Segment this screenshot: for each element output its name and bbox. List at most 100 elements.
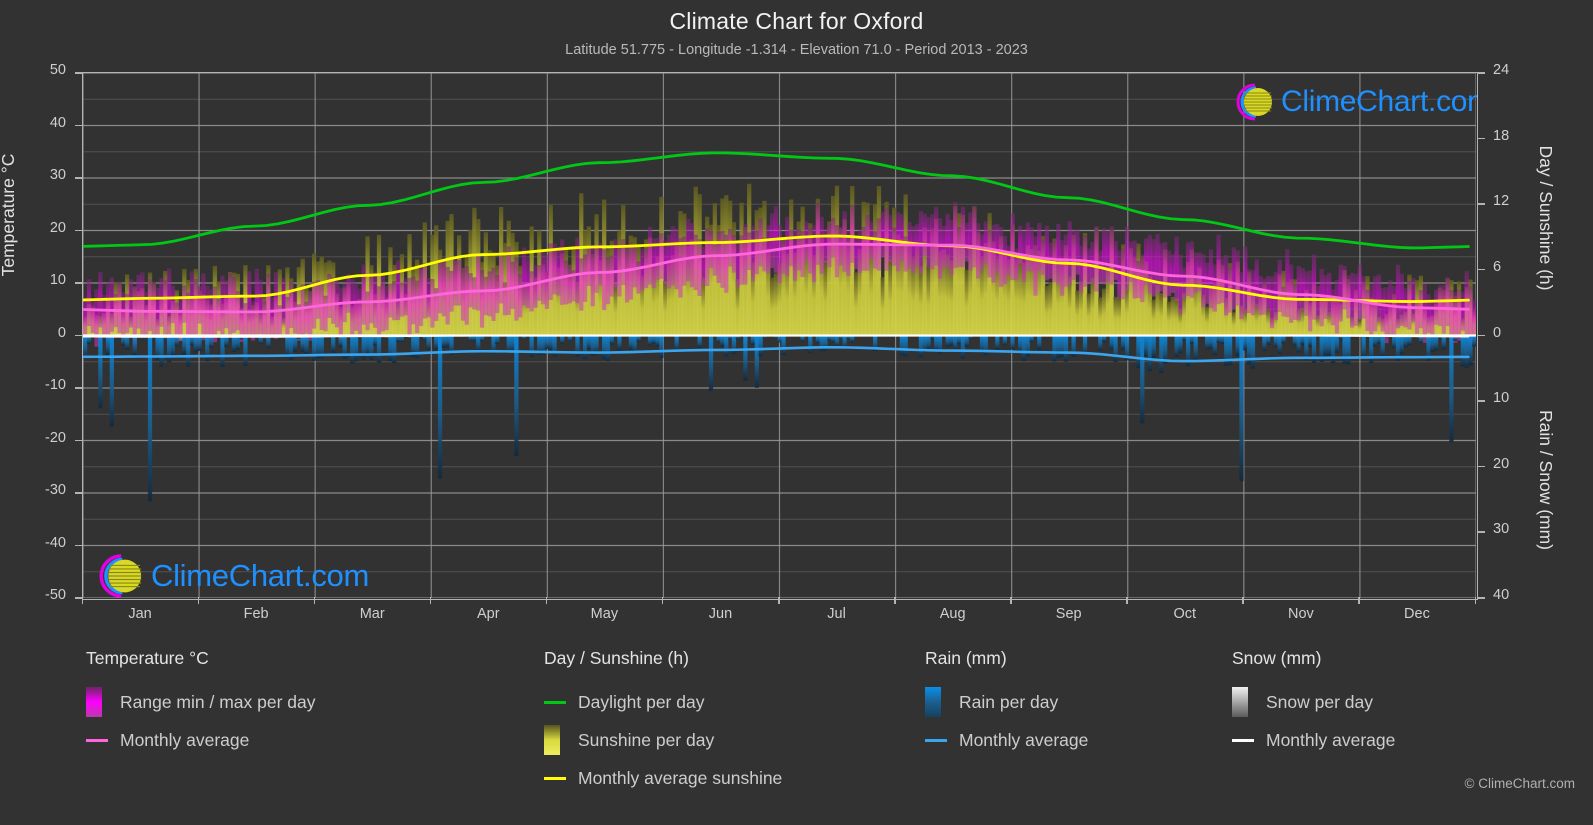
climate-chart-page: Climate Chart for Oxford Latitude 51.775… <box>0 0 1593 825</box>
legend-label-rain-avg: Monthly average <box>959 729 1089 750</box>
swatch-slot <box>1232 738 1254 742</box>
x-tick-mark <box>313 597 316 604</box>
x-tick-oct: Oct <box>1173 606 1197 622</box>
y-tick-left-20: 20 <box>49 219 66 236</box>
x-tick-mark <box>429 597 432 604</box>
legend-group-day-sunshine: Day / Sunshine (h) Daylight per day Suns… <box>544 648 782 797</box>
y-tick-mark-right <box>1478 531 1485 533</box>
x-tick-dec: Dec <box>1404 606 1430 622</box>
snow-swatch-icon <box>1232 687 1248 717</box>
x-tick-aug: Aug <box>939 606 966 622</box>
swatch-slot <box>544 700 566 704</box>
x-tick-jul: Jul <box>827 606 846 622</box>
x-tick-apr: Apr <box>476 606 500 622</box>
y-tick-mark-left <box>75 492 82 494</box>
legend-item-rain: Rain per day <box>925 683 1088 721</box>
temp-range-swatch-icon <box>86 687 102 717</box>
y-tick-mark-left <box>75 439 82 441</box>
y-tick-right-top-24: 24 <box>1493 62 1510 78</box>
y-tick-left-neg50: -50 <box>45 587 66 603</box>
legend-item-snow-avg: Monthly average <box>1232 721 1395 759</box>
legend-item-rain-avg: Monthly average <box>925 721 1088 759</box>
legend-group-snow: Snow (mm) Snow per day Monthly average <box>1232 648 1395 759</box>
y-tick-mark-left <box>75 282 82 284</box>
legend-label-temp-range: Range min / max per day <box>120 691 316 712</box>
x-tick-nov: Nov <box>1287 606 1314 622</box>
x-tick-mark <box>1010 597 1012 604</box>
swatch-slot <box>925 687 947 717</box>
legend-item-sunshine: Sunshine per day <box>544 721 782 759</box>
y-tick-left-50: 50 <box>49 62 66 78</box>
chart-subtitle: Latitude 51.775 - Longitude -1.314 - Ele… <box>565 42 1028 58</box>
x-tick-jan: Jan <box>128 606 152 622</box>
y-tick-right-bottom-10: 10 <box>1493 390 1510 407</box>
y-tick-right-top-0: 0 <box>1493 324 1502 341</box>
y-tick-mark-right <box>1478 334 1485 336</box>
sunshine-average-line-icon <box>544 776 566 780</box>
y-tick-mark-left <box>75 334 82 336</box>
plot-area: ClimeChart.com ClimeChart.com <box>82 72 1478 600</box>
rain-average-line-icon <box>925 738 947 742</box>
x-tick-mark <box>661 597 664 604</box>
sunshine-swatch-icon <box>544 725 560 755</box>
legend-item-temp-range: Range min / max per day <box>86 683 316 721</box>
legend-item-sunshine-avg: Monthly average sunshine <box>544 759 782 797</box>
snow-average-line-icon <box>1232 738 1254 742</box>
x-tick-feb: Feb <box>243 606 269 622</box>
x-tick-mark <box>197 597 200 604</box>
y-tick-mark-left <box>75 124 82 126</box>
legend-title-day-sunshine: Day / Sunshine (h) <box>544 648 689 668</box>
swatch-slot <box>544 725 566 755</box>
legend-title-snow: Snow (mm) <box>1232 648 1322 668</box>
rain-swatch-icon <box>925 687 941 717</box>
chart-legend: Temperature °C Range min / max per day M… <box>0 648 1593 808</box>
legend-label-temp-avg: Monthly average <box>120 729 250 750</box>
x-tick-mar: Mar <box>359 606 385 622</box>
legend-title-temperature: Temperature °C <box>86 648 209 668</box>
page-title: Climate Chart for Oxford <box>669 8 924 34</box>
y-tick-right-bottom-40: 40 <box>1493 587 1510 603</box>
legend-title-rain: Rain (mm) <box>925 648 1007 668</box>
x-tick-jun: Jun <box>708 606 733 622</box>
y-tick-left-40: 40 <box>49 114 66 131</box>
x-tick-may: May <box>590 606 619 622</box>
y-tick-mark-right <box>1478 400 1485 402</box>
x-tick-mark <box>1242 597 1244 604</box>
y-axis-right-top-label: Day / Sunshine (h) <box>1536 145 1556 291</box>
y-tick-mark-right <box>1478 268 1485 271</box>
y-tick-right-bottom-20: 20 <box>1493 455 1510 472</box>
y-tick-left-10: 10 <box>49 272 66 288</box>
legend-label-sunshine-avg: Monthly average sunshine <box>578 767 783 788</box>
y-tick-left-30: 30 <box>49 167 66 183</box>
legend-label-daylight: Daylight per day <box>578 691 705 712</box>
y-tick-left-neg30: -30 <box>45 482 66 498</box>
legend-label-rain: Rain per day <box>959 691 1059 712</box>
y-axis-right-bottom-label: Rain / Snow (mm) <box>1536 409 1556 551</box>
y-tick-right-top-6: 6 <box>1493 258 1502 275</box>
y-tick-mark-right <box>1478 465 1485 468</box>
x-tick-mark <box>81 597 83 604</box>
x-tick-sep: Sep <box>1055 606 1082 622</box>
x-tick-mark <box>778 597 780 604</box>
y-tick-mark-right <box>1478 203 1485 205</box>
legend-group-temperature: Temperature °C Range min / max per day M… <box>86 648 316 759</box>
swatch-slot <box>86 687 108 717</box>
y-tick-right-top-18: 18 <box>1493 127 1510 144</box>
legend-label-snow-avg: Monthly average <box>1266 729 1396 750</box>
copyright-text: © ClimeChart.com <box>1464 776 1575 791</box>
y-tick-left-neg40: -40 <box>45 534 66 551</box>
legend-label-snow: Snow per day <box>1266 691 1374 712</box>
x-tick-mark <box>1358 597 1360 604</box>
y-tick-mark-left <box>75 177 82 179</box>
swatch-slot <box>544 776 566 780</box>
temp-average-line-icon <box>86 738 108 742</box>
daylight-line-icon <box>544 700 566 704</box>
y-tick-left-neg10: -10 <box>45 377 66 393</box>
y-tick-mark-left <box>75 544 82 546</box>
legend-item-snow: Snow per day <box>1232 683 1395 721</box>
y-tick-mark-right <box>1478 72 1485 74</box>
y-tick-mark-left <box>75 72 82 74</box>
y-tick-mark-right <box>1478 137 1485 140</box>
swatch-slot <box>1232 687 1254 717</box>
y-tick-left-0: 0 <box>57 324 66 341</box>
